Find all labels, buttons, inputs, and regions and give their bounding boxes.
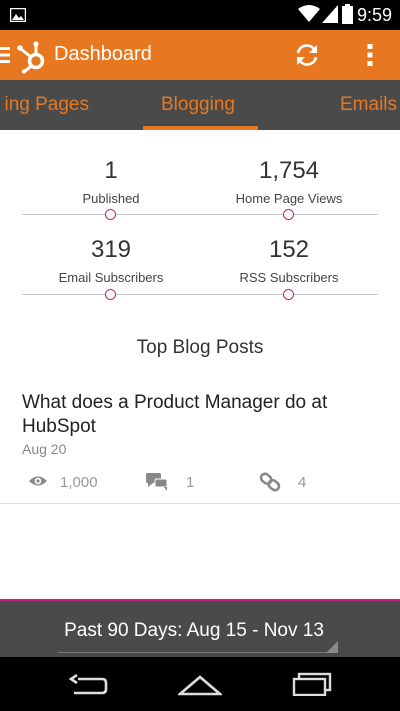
section-title-top-blog-posts: Top Blog Posts	[136, 337, 264, 358]
tab-landing-pages[interactable]: ing Pages	[4, 94, 89, 116]
stat-indicator-dot	[105, 209, 116, 220]
post-links: 4	[298, 474, 307, 491]
back-icon[interactable]	[68, 674, 108, 696]
wifi-icon	[298, 5, 320, 22]
stat-indicator-dot	[105, 289, 116, 300]
date-range-underline	[58, 652, 338, 653]
overflow-menu-icon[interactable]	[360, 41, 380, 69]
refresh-icon[interactable]	[293, 41, 321, 69]
stat-value: 1,754	[258, 157, 320, 184]
tab-bar: ing Pages Blogging Emails	[0, 80, 400, 130]
link-icon	[259, 472, 281, 492]
stat-label: Home Page Views	[235, 191, 343, 206]
tab-selected-indicator	[143, 126, 258, 130]
home-icon[interactable]	[178, 674, 222, 696]
stat-value: 319	[90, 236, 132, 263]
post-views: 1,000	[60, 474, 98, 491]
status-bar: 9:59	[0, 0, 400, 30]
dropdown-corner-icon	[326, 641, 338, 653]
comments-icon	[146, 473, 168, 491]
signal-icon	[322, 5, 338, 23]
stat-label: RSS Subscribers	[239, 270, 339, 285]
app-bar: Dashboard	[0, 30, 400, 80]
recent-apps-icon[interactable]	[292, 672, 332, 696]
date-range-selector[interactable]: Past 90 Days: Aug 15 - Nov 13	[0, 620, 388, 642]
stat-label: Email Subscribers	[58, 270, 164, 285]
eye-icon	[29, 476, 47, 486]
divider	[0, 503, 400, 504]
stat-indicator-dot	[283, 209, 294, 220]
post-title[interactable]: What does a Product Manager do at HubSpo…	[22, 391, 382, 439]
menu-icon[interactable]	[0, 45, 10, 65]
status-time: 9:59	[357, 5, 393, 25]
battery-icon	[342, 4, 353, 24]
tab-blogging[interactable]: Blogging	[161, 94, 235, 116]
stat-value: 1	[104, 157, 118, 184]
tab-emails[interactable]: Emails	[340, 94, 397, 116]
stat-value: 152	[268, 236, 310, 263]
post-date: Aug 20	[22, 441, 67, 457]
image-icon	[10, 8, 26, 22]
system-nav-bar	[0, 657, 400, 711]
post-comments: 1	[186, 474, 195, 491]
app-title: Dashboard	[54, 43, 152, 65]
stat-label: Published	[82, 191, 140, 206]
stat-indicator-dot	[283, 289, 294, 300]
hubspot-logo-icon[interactable]	[14, 38, 50, 74]
